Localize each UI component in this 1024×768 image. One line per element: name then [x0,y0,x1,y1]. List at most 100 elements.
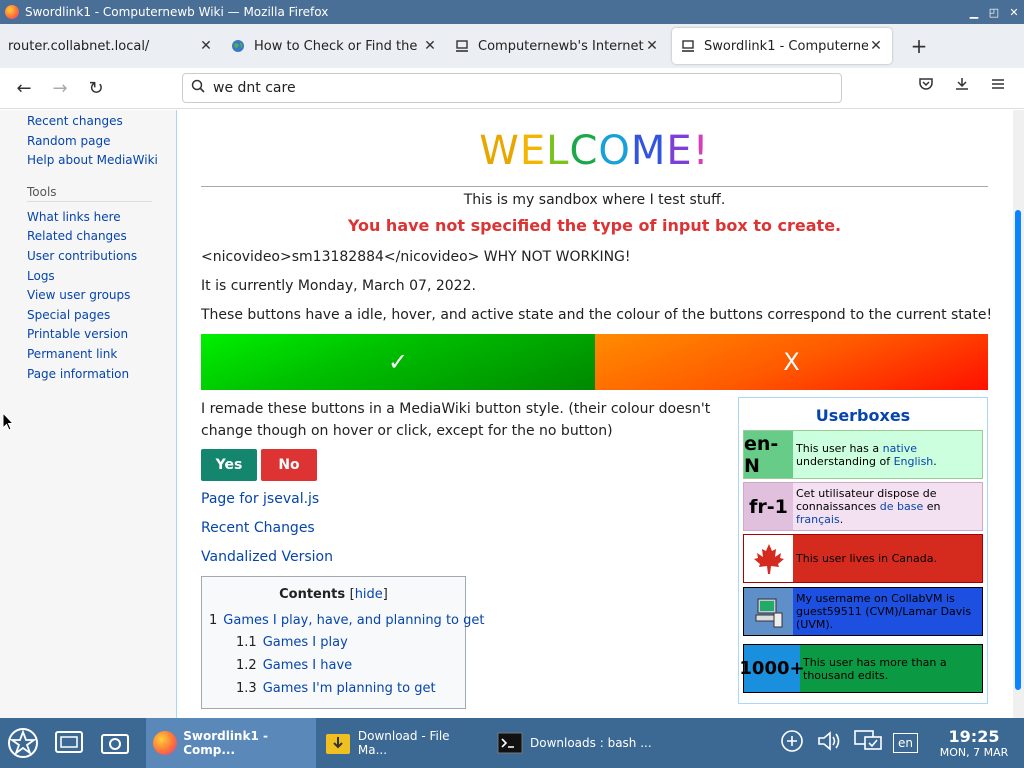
sidebar-link-random-page[interactable]: Random page [27,132,176,152]
taskbar-terminal[interactable]: Downloads : bash ... [490,718,660,768]
close-window-icon[interactable]: ✕ [1004,6,1024,19]
volume-icon[interactable] [811,729,849,757]
back-button[interactable]: ← [6,78,42,99]
menu-icon[interactable] [980,76,1016,96]
new-tab-button[interactable]: + [904,34,934,58]
big-no-button[interactable]: X [595,334,988,390]
url-bar[interactable] [182,73,842,103]
welcome-letter: E [519,128,547,174]
sidebar-link-related-changes[interactable]: Related changes [27,227,176,247]
app-menu-icon[interactable] [0,718,46,768]
reload-button[interactable]: ↻ [78,78,114,99]
sidebar-link-user-contributions[interactable]: User contributions [27,247,176,267]
tab-close-icon[interactable]: ✕ [644,38,660,54]
taskbar-file-manager[interactable]: Download - File Ma... [318,718,488,768]
toc-item[interactable]: 1.2 Games I have [236,658,352,673]
tab-close-icon[interactable]: ✕ [422,38,438,54]
tab-swordlink1[interactable]: Swordlink1 - Computernewb ✕ [672,28,892,64]
link-jseval[interactable]: Page for jseval.js [201,491,319,507]
toc-item[interactable]: 1.1 Games I play [236,635,348,650]
toc-number: 1.3 [236,681,257,696]
sandbox-text: This is my sandbox where I test stuff. [463,192,726,208]
sidebar-link-recent-changes[interactable]: Recent changes [27,112,176,132]
sidebar-link-printable-version[interactable]: Printable version [27,325,176,345]
welcome-letter: ! [692,128,710,174]
sidebar-link-special-pages[interactable]: Special pages [27,306,176,326]
divider [201,186,988,187]
forward-button[interactable]: → [42,78,78,99]
scrollbar-thumb[interactable] [1015,210,1021,690]
toc-bracket-close: ] [382,587,388,602]
globe-icon [230,38,246,54]
toc-title: Contents [279,587,346,602]
sidebar-link-logs[interactable]: Logs [27,267,176,287]
taskbar-firefox[interactable]: Swordlink1 - Comp... [146,718,316,768]
userbox-link-de-base[interactable]: de base [880,500,923,513]
toc-hide-link[interactable]: hide [355,587,383,602]
screenshot-icon[interactable] [92,718,138,768]
yes-button[interactable]: Yes [201,449,257,481]
clock-time: 19:25 [948,727,1000,746]
keyboard-layout-indicator[interactable]: en [893,733,918,753]
taskbar-label: Downloads : bash ... [530,736,652,750]
welcome-heading: WELCOME! [201,128,988,174]
userbox-collabvm: My username on CollabVM is guest59511 (C… [743,587,983,636]
window-title: Swordlink1 - Computernewb Wiki — Mozilla… [25,5,329,19]
network-share-icon[interactable] [773,729,811,757]
tab-close-icon[interactable]: ✕ [198,38,214,54]
firefox-icon [152,729,177,757]
tab-label: router.collabnet.local/ [8,38,150,54]
tab-close-icon[interactable]: ✕ [868,38,884,54]
clock[interactable]: 19:25 MON, 7 MAR [924,727,1024,759]
maximize-icon[interactable]: ◰ [984,6,1004,19]
userbox-link-native[interactable]: native [883,442,917,455]
toc-item[interactable]: 1.3 Games I'm planning to get [236,681,436,696]
tab-computernewb-internet[interactable]: Computernewb's Internet P ✕ [446,28,668,64]
welcome-letter: L [546,128,570,174]
toc-item[interactable]: 1 Games I play, have, and planning to get [209,613,484,628]
tab-how-to-check[interactable]: How to Check or Find the Op ✕ [222,28,446,64]
toc-label: Games I have [262,658,353,673]
no-button[interactable]: No [261,449,317,481]
link-vandalized-version[interactable]: Vandalized Version [201,549,333,565]
userboxes-title: Userboxes [815,406,911,425]
userbox-code: en-N [744,431,793,478]
url-input[interactable] [213,80,813,96]
sidebar-link-page-information[interactable]: Page information [27,365,176,385]
userbox-text: . [839,513,844,526]
sidebar-link-help[interactable]: Help about MediaWiki [27,151,176,171]
toc-number: 1.1 [236,635,257,650]
big-yes-button[interactable]: ✓ [201,334,595,390]
userbox-text: understanding of [796,454,894,468]
link-recent-changes[interactable]: Recent Changes [201,520,315,536]
show-desktop-icon[interactable] [46,718,92,768]
minimize-icon[interactable]: ▁ [964,6,984,19]
userbox-link-francais[interactable]: français [796,513,840,526]
userbox-link-english[interactable]: English [894,455,934,468]
mouse-cursor-icon [2,411,15,432]
userbox-text: . [933,454,937,468]
sidebar-link-view-user-groups[interactable]: View user groups [27,286,176,306]
welcome-letter: C [569,128,599,174]
sidebar-link-what-links-here[interactable]: What links here [27,208,176,228]
userbox-text: This user has more than a thousand edits… [803,655,947,682]
tab-router[interactable]: router.collabnet.local/ ✕ [0,28,222,64]
download-folder-icon [324,729,352,757]
sidebar-link-permanent-link[interactable]: Permanent link [27,345,176,365]
sidebar-tools-heading: Tools [27,185,152,202]
pocket-icon[interactable] [908,76,944,96]
terminal-icon [496,729,524,757]
wiki-sidebar: Recent changes Random page Help about Me… [0,110,177,718]
userbox-canada: This user lives in Canada. [743,534,983,583]
display-network-icon[interactable] [849,728,887,758]
userbox-1000-edits: 1000+ This user has more than a thousand… [739,644,983,693]
nicovideo-text: <nicovideo>sm13182884</nicovideo> WHY NO… [201,249,631,265]
toc-label: Games I'm planning to get [262,681,436,696]
computernewb-icon [680,38,696,54]
tab-label: Swordlink1 - Computernewb [704,38,868,54]
tab-label: Computernewb's Internet P [478,38,644,54]
download-icon[interactable] [944,76,980,96]
page-content: WELCOME! This is my sandbox where I test… [177,110,1013,718]
page-scrollbar[interactable] [1013,110,1024,718]
tab-bar: router.collabnet.local/ ✕ How to Check o… [0,24,1024,68]
